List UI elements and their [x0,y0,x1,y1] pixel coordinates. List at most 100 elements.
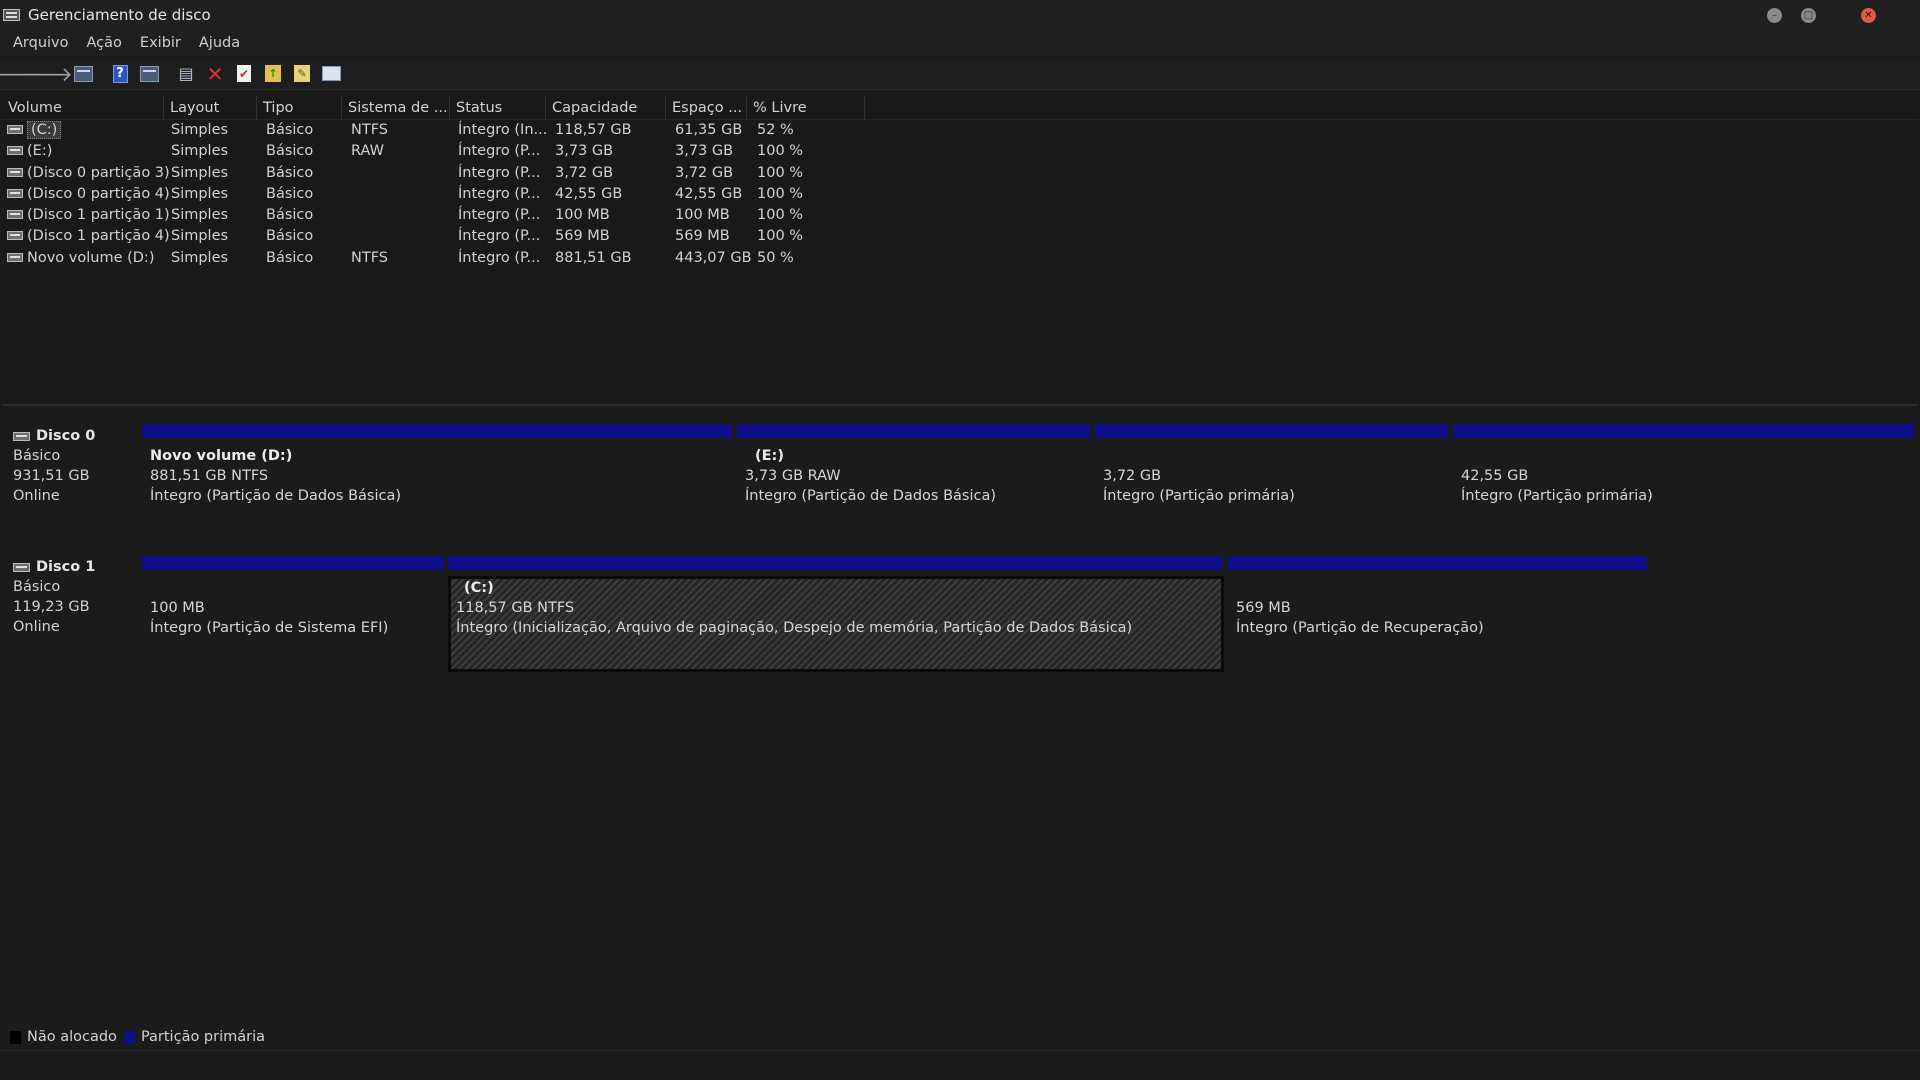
table-row[interactable]: (C:) Simples Básico NTFS Íntegro (In... 118,5… [2,120,1918,141]
disk-1-info[interactable]: Disco 1 Básico 119,23 GB Online [13,557,133,637]
cell-status: Íntegro (P... [458,228,541,245]
open-folder-button[interactable]: ↑ [262,63,284,85]
column-header-capacidade[interactable]: Capacidade [546,96,666,120]
close-button[interactable]: ✕ [1861,7,1876,23]
table-row[interactable]: (Disco 1 partição 4) Simples Básico Íntegro… [2,226,1918,247]
cell-capacidade: 42,55 GB [555,185,623,202]
edit-document-button[interactable]: ✎ [291,63,313,85]
cell-capacidade: 881,51 GB [555,249,632,266]
check-button[interactable]: ✔ [233,63,255,85]
partition-status: Íntegro (Partição de Recuperação) [1236,620,1484,636]
partition-disk0-4[interactable]: 42,55 GB Íntegro (Partição primária) [1453,424,1916,520]
cell-volume: (Disco 0 partição 3) [27,164,170,181]
menu-ajuda[interactable]: Ajuda [190,35,249,51]
menu-arquivo[interactable]: Arquivo [4,35,78,51]
cell-capacidade: 118,57 GB [555,122,632,138]
disk-0-info[interactable]: Disco 0 Básico 931,51 GB Online [13,426,133,506]
cell-sistema: NTFS [351,122,388,138]
partition-title [1236,578,1484,598]
disk-1-size: 119,23 GB [13,599,90,615]
window-button[interactable] [320,63,342,85]
partition-bar [737,424,1090,438]
cell-status: Íntegro (P... [458,185,541,202]
cell-layout: Simples [171,164,229,181]
partition-disk0-3[interactable]: 3,72 GB Íntegro (Partição primária) [1095,424,1449,520]
disk-icon [13,562,30,572]
cell-status: Íntegro (P... [458,164,541,181]
cell-capacidade: 3,73 GB [555,143,614,160]
partition-efi[interactable]: 100 MB Íntegro (Partição de Sistema EFI) [142,556,444,652]
partition-bar [142,424,732,438]
help-button[interactable]: ? [109,63,131,85]
partition-bar [1453,424,1914,438]
cell-livre: 100 % [757,207,804,224]
cell-livre: 52 % [757,122,794,138]
cell-volume: (Disco 0 partição 4) [27,185,170,202]
disk-0-size: 931,51 GB [13,468,90,484]
partition-d[interactable]: Novo volume (D:) 881,51 GB NTFS Íntegro … [142,424,734,520]
folder-up-icon: ↑ [265,65,281,82]
partition-title: (C:) [464,580,494,596]
connect-disk-button[interactable]: ▤ [175,63,197,85]
cell-tipo: Básico [266,207,314,224]
table-row[interactable]: (Disco 0 partição 4) Simples Básico Íntegro… [2,184,1918,205]
cell-volume: (C:) [27,120,62,141]
cell-espaco: 443,07 GB [675,249,752,266]
column-header-volume[interactable]: Volume [2,96,164,120]
cell-layout: Simples [171,185,229,202]
column-header-espaco[interactable]: Espaço ... [666,96,747,120]
partition-size: 881,51 GB NTFS [150,468,269,484]
cell-livre: 100 % [757,185,804,202]
table-row[interactable]: Novo volume (D:) Simples Básico NTFS Íntegro… [2,248,1918,269]
cell-espaco: 100 MB [675,207,730,224]
column-header-tipo[interactable]: Tipo [257,96,342,120]
cell-capacidade: 569 MB [555,228,610,245]
cell-tipo: Básico [266,185,314,202]
table-row[interactable]: (E:) Simples Básico RAW Íntegro (P... 3,73 GB… [2,141,1918,162]
partition-status: Íntegro (Partição primária) [1461,488,1653,504]
legend-label-primary: Partição primária [140,1029,266,1045]
partition-size: 569 MB [1236,600,1291,616]
legend-label-unallocated: Não alocado [27,1029,117,1045]
disk-icon [13,431,30,441]
forward-button[interactable]: 🡒 [19,62,73,86]
cell-status: Íntegro (P... [458,207,541,224]
table-row[interactable]: (Disco 1 partição 1) Simples Básico Íntegro… [2,205,1918,226]
volume-list: Volume Layout Tipo Sistema de ... Status… [2,96,1918,404]
maximize-button[interactable]: □ [1801,7,1816,23]
column-header-sistema[interactable]: Sistema de ... [342,96,450,120]
column-header-livre[interactable]: % Livre [747,96,865,120]
console-tree-icon [73,65,93,82]
menu-acao[interactable]: Ação [78,35,131,51]
column-header-status[interactable]: Status [450,96,546,120]
cell-status: Íntegro (P... [458,249,541,266]
partition-e[interactable]: (E:) 3,73 GB RAW Íntegro (Partição de Da… [737,424,1091,520]
delete-button[interactable]: ✕ [204,61,226,86]
partition-bar [1228,556,1647,570]
properties-icon [139,65,159,82]
drive-icon [7,210,23,220]
legend: Não alocado Partição primária [10,1028,272,1046]
show-hide-console-tree-button[interactable] [72,63,94,85]
window-icon [321,66,341,81]
partition-bar [1095,424,1448,438]
cell-sistema: RAW [351,143,384,160]
table-row[interactable]: (Disco 0 partição 3) Simples Básico Íntegro… [2,163,1918,184]
partition-c[interactable]: (C:) 118,57 GB NTFS Íntegro (Inicializaç… [448,556,1224,672]
menu-bar: Arquivo Ação Exibir Ajuda [0,30,1920,56]
disk-connect-icon: ▤ [178,64,194,83]
drive-icon [7,231,23,241]
cell-espaco: 61,35 GB [675,122,743,138]
delete-icon: ✕ [206,61,224,86]
partition-size: 3,72 GB [1103,468,1162,484]
menu-exibir[interactable]: Exibir [131,35,190,51]
partition-recovery[interactable]: 569 MB Íntegro (Partição de Recuperação) [1228,556,1649,652]
properties-button[interactable] [138,63,160,85]
cell-livre: 100 % [757,143,804,160]
help-icon: ? [112,64,128,83]
cell-espaco: 42,55 GB [675,185,743,202]
drive-icon [7,125,23,134]
minimize-button[interactable]: – [1767,7,1782,23]
cell-livre: 50 % [757,249,794,266]
column-header-layout[interactable]: Layout [164,96,257,120]
